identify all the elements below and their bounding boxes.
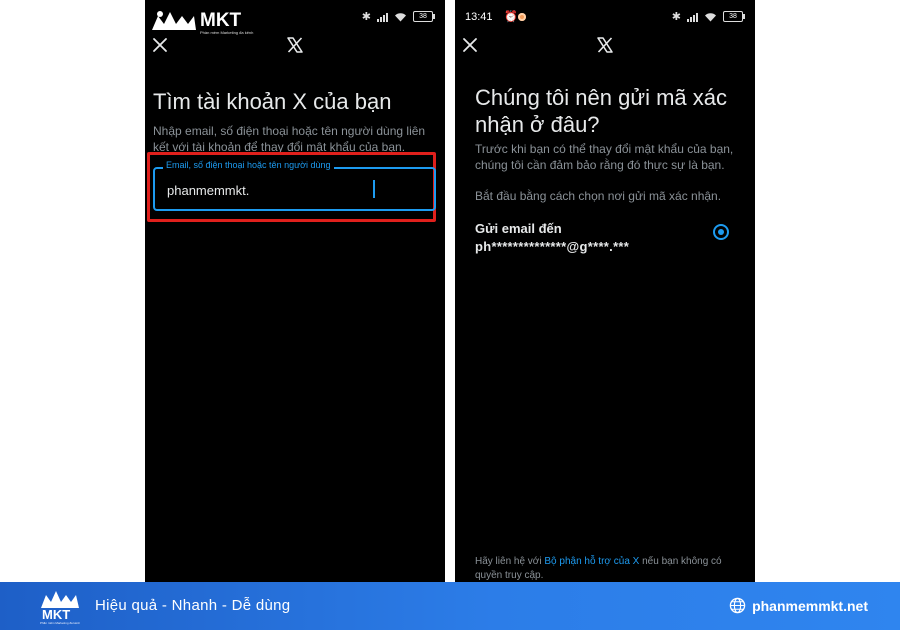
mkt-logo-text: MKT — [200, 10, 242, 31]
field-label: Email, số điện thoại hoặc tên người dùng — [163, 160, 334, 170]
page-instruction: Bắt đầu bằng cách chọn nơi gửi mã xác nh… — [475, 189, 722, 203]
email-option-radio[interactable] — [713, 224, 729, 240]
recording-icon — [518, 13, 526, 21]
phone-screen-verification-destination: 13:41 ⏰ ✱ 38 Chúng tôi nên gửi mã xác nh… — [455, 0, 755, 582]
mkt-logo-text: MKT — [42, 607, 71, 622]
signal-icon — [687, 12, 698, 22]
mkt-logo-mark — [41, 591, 79, 608]
website-text: phanmemmkt.net — [752, 597, 868, 614]
mkt-logo-subtext: Phần mềm Marketing đa kênh — [40, 621, 81, 625]
radio-selected-dot — [718, 229, 724, 235]
account-identifier-field[interactable]: Email, số điện thoại hoặc tên người dùng — [153, 160, 436, 211]
battery-level: 38 — [729, 13, 737, 20]
phone-screen-find-account: ✱ 38 Tìm tài khoản X của bạn Nhập email,… — [145, 0, 445, 582]
x-logo-icon — [597, 37, 613, 53]
account-identifier-input[interactable] — [167, 183, 367, 198]
bluetooth-icon: ✱ — [671, 11, 681, 23]
mkt-logo-bottom: MKT Phần mềm Marketing đa kênh — [38, 587, 84, 625]
page-description: Trước khi bạn có thể thay đổi mật khẩu c… — [475, 142, 734, 172]
support-link[interactable]: Bộ phận hỗ trợ của X — [544, 556, 639, 567]
x-logo-icon — [287, 37, 303, 53]
wifi-icon — [705, 12, 716, 21]
status-time: 13:41 — [465, 11, 493, 23]
support-note-prefix: Hãy liên hệ với — [475, 556, 545, 567]
battery-level: 38 — [419, 13, 427, 20]
website-link[interactable]: phanmemmkt.net — [729, 597, 868, 614]
status-icons: ✱ 38 — [361, 10, 435, 23]
globe-icon — [729, 597, 746, 614]
status-icons: ✱ 38 — [671, 10, 745, 23]
mkt-logo-mark — [152, 11, 196, 30]
close-icon[interactable] — [151, 36, 169, 54]
top-bar — [455, 34, 755, 58]
alarm-icon: ⏰ — [504, 11, 518, 23]
email-option-value: ph**************@g****.*** — [475, 239, 630, 254]
mkt-logo-subtext: Phần mềm Marketing đa kênh — [200, 30, 254, 35]
close-icon[interactable] — [461, 36, 479, 54]
battery-icon: 38 — [413, 11, 435, 22]
brand-banner: MKT Phần mềm Marketing đa kênh Hiệu quả … — [0, 582, 900, 630]
email-option-title: Gửi email đến — [475, 221, 562, 236]
signal-icon — [377, 12, 388, 22]
support-note: Hãy liên hệ với Bộ phận hỗ trợ của X nếu… — [475, 555, 745, 582]
page-title: Chúng tôi nên gửi mã xác nhận ở đâu? — [475, 85, 727, 137]
page-description: Nhập email, số điện thoại hoặc tên người… — [153, 124, 426, 154]
screenshot-canvas: ✱ 38 Tìm tài khoản X của bạn Nhập email,… — [0, 0, 900, 630]
brand-tagline: Hiệu quả - Nhanh - Dễ dùng — [95, 597, 291, 614]
status-bar: 13:41 ⏰ ✱ 38 — [455, 9, 755, 25]
page-title: Tìm tài khoản X của bạn — [153, 89, 392, 114]
battery-icon: 38 — [723, 11, 745, 22]
mkt-logo-top: MKT Phần mềm Marketing đa kênh — [150, 10, 254, 38]
bluetooth-icon: ✱ — [361, 11, 371, 23]
wifi-icon — [395, 12, 406, 21]
text-cursor — [373, 180, 375, 198]
